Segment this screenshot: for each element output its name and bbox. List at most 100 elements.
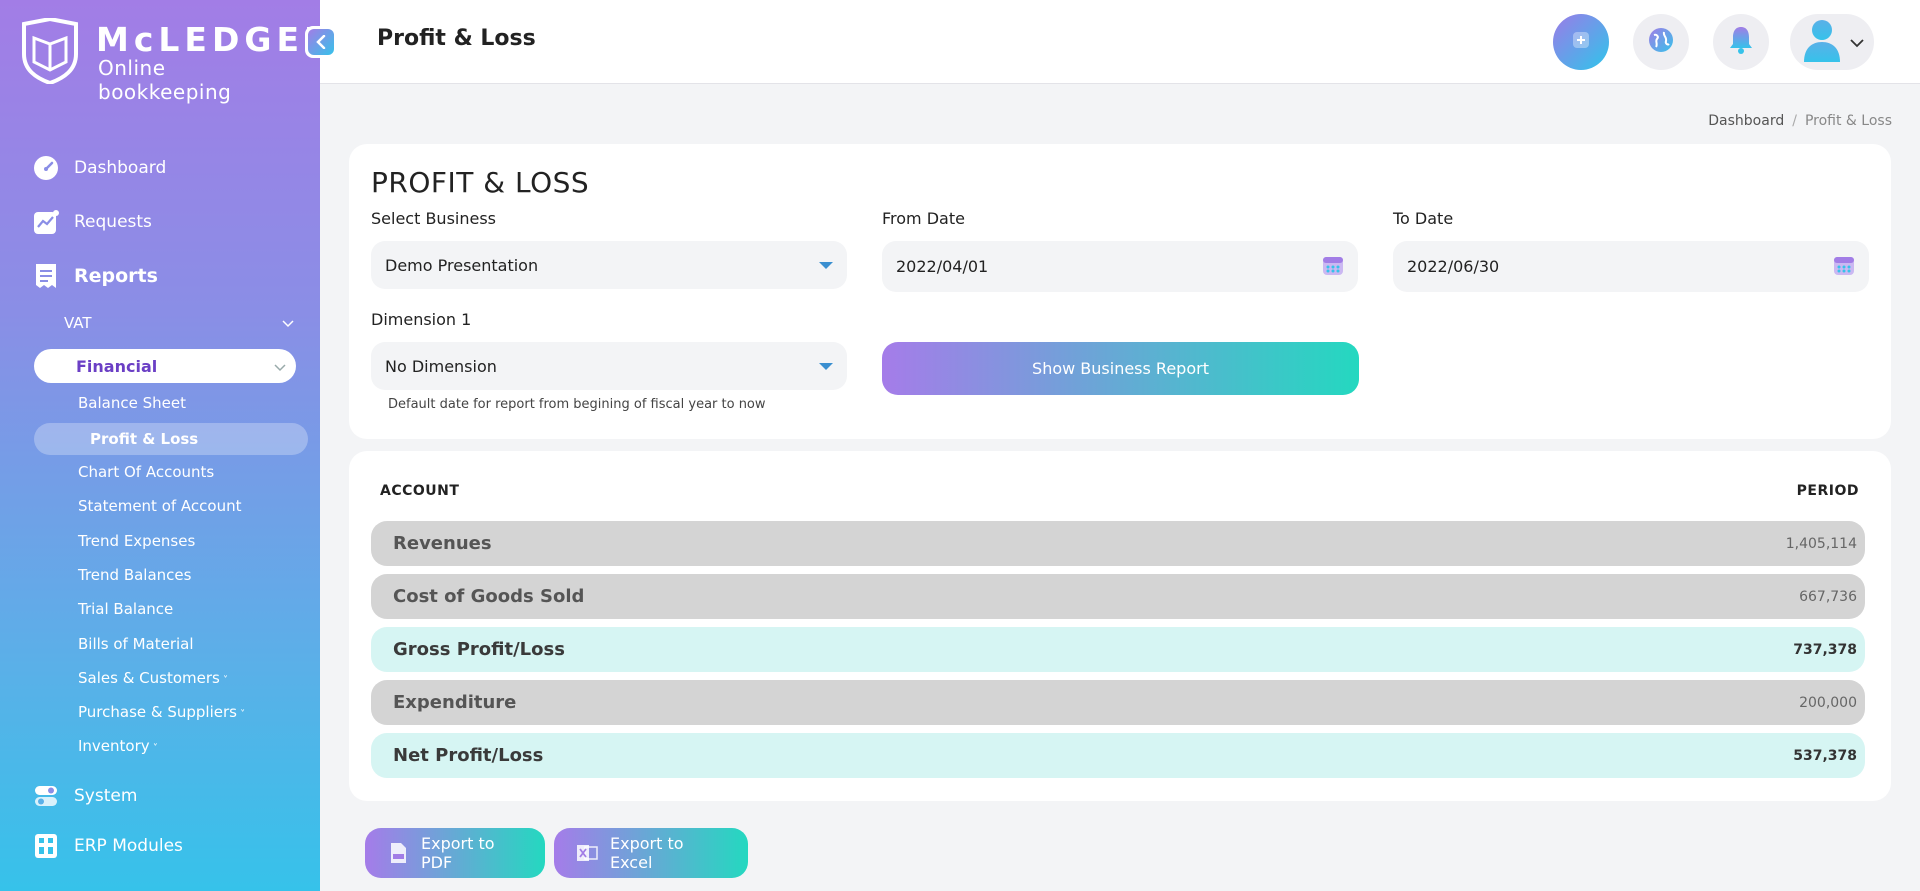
sidebar-link-inventory[interactable]: Inventory ˅: [78, 737, 158, 755]
sidebar-item-reports[interactable]: Reports: [32, 262, 158, 290]
export-excel-button[interactable]: Export to Excel: [554, 828, 748, 878]
business-select[interactable]: Demo Presentation: [371, 241, 847, 289]
pdf-file-icon: [387, 842, 409, 864]
sidebar-item-label: VAT: [64, 314, 92, 332]
top-header: Profit & Loss: [320, 0, 1920, 84]
add-button[interactable]: [1553, 14, 1609, 70]
row-value: 537,378: [1793, 747, 1857, 764]
brand-logo[interactable]: McLEDGER Online bookkeeping: [20, 18, 320, 104]
row-label: Cost of Goods Sold: [393, 586, 585, 607]
sidebar-item-requests[interactable]: Requests: [32, 208, 152, 236]
receipt-icon: [32, 262, 60, 290]
report-title: PROFIT & LOSS: [371, 166, 590, 199]
from-date-value: 2022/04/01: [896, 257, 989, 276]
breadcrumb: Dashboard / Profit & Loss: [1708, 113, 1892, 129]
report-row-cost-of-goods-sold[interactable]: Cost of Goods Sold 667,736: [371, 574, 1865, 619]
dimension-select[interactable]: No Dimension: [371, 342, 847, 390]
row-value: 200,000: [1799, 694, 1857, 711]
from-date-field[interactable]: 2022/04/01: [882, 241, 1358, 292]
sidebar-link-balance-sheet[interactable]: Balance Sheet: [78, 394, 186, 412]
column-header-period: PERIOD: [1796, 483, 1859, 499]
date-hint: Default date for report from begining of…: [388, 397, 766, 412]
chevron-down-icon: ˅: [236, 709, 246, 720]
caret-down-icon: [819, 362, 833, 370]
row-label: Gross Profit/Loss: [393, 639, 565, 660]
sidebar-item-label: ERP Modules: [74, 836, 183, 856]
sidebar-link-purchase-suppliers[interactable]: Purchase & Suppliers ˅: [78, 703, 245, 721]
sidebar-item-label: Requests: [74, 212, 152, 232]
trend-chart-icon: [32, 208, 60, 236]
sidebar-item-system[interactable]: System: [32, 782, 137, 810]
row-value: 737,378: [1793, 641, 1857, 658]
to-date-field[interactable]: 2022/06/30: [1393, 241, 1869, 292]
sidebar-link-statement-of-account[interactable]: Statement of Account: [78, 497, 242, 515]
brand-tagline: Online bookkeeping: [98, 56, 232, 104]
toggle-icon: [32, 782, 60, 810]
report-row-revenues[interactable]: Revenues 1,405,114: [371, 521, 1865, 566]
row-label: Revenues: [393, 533, 492, 554]
report-row-net-profit-loss[interactable]: Net Profit/Loss 537,378: [371, 733, 1865, 778]
business-select-value: Demo Presentation: [385, 255, 539, 275]
sidebar-item-label: Reports: [74, 265, 158, 287]
sidebar-item-label: Dashboard: [74, 158, 167, 178]
globe-icon: [1647, 26, 1675, 58]
excel-file-icon: [576, 842, 598, 864]
report-row-expenditure[interactable]: Expenditure 200,000: [371, 680, 1865, 725]
sidebar-item-label: Sales & Customers: [78, 669, 220, 687]
user-icon: [1802, 18, 1842, 66]
chevron-left-icon: [308, 29, 334, 55]
brand-name: McLEDGER: [96, 20, 320, 59]
sidebar-item-label: Purchase & Suppliers: [78, 703, 237, 721]
speedometer-icon: [32, 154, 60, 182]
bell-icon: [1727, 25, 1755, 59]
user-menu[interactable]: [1790, 14, 1874, 70]
breadcrumb-separator: /: [1792, 113, 1797, 129]
sidebar-item-vat[interactable]: VAT: [64, 314, 294, 332]
sidebar-link-trend-expenses[interactable]: Trend Expenses: [78, 532, 195, 550]
export-pdf-label: Export to PDF: [421, 834, 495, 872]
calendar-icon: [1322, 254, 1344, 280]
dimension-label: Dimension 1: [371, 310, 472, 329]
export-pdf-button[interactable]: Export to PDF: [365, 828, 545, 878]
chevron-down-icon: [274, 357, 286, 376]
sidebar-link-bills-of-material[interactable]: Bills of Material: [78, 635, 194, 653]
report-table-card: ACCOUNT PERIOD Revenues 1,405,114 Cost o…: [349, 451, 1891, 801]
sidebar-item-dashboard[interactable]: Dashboard: [32, 154, 166, 182]
sidebar-link-trial-balance[interactable]: Trial Balance: [78, 600, 173, 618]
language-button[interactable]: [1633, 14, 1689, 70]
breadcrumb-current: Profit & Loss: [1804, 113, 1892, 129]
dimension-select-value: No Dimension: [385, 356, 497, 376]
calendar-icon: [1833, 254, 1855, 280]
sidebar: McLEDGER Online bookkeeping Dashboard Re…: [0, 0, 320, 891]
export-excel-label: Export to Excel: [610, 834, 684, 872]
show-business-report-button[interactable]: Show Business Report: [882, 342, 1359, 395]
sidebar-collapse-button[interactable]: [305, 26, 337, 58]
chevron-down-icon: ˅: [149, 743, 158, 754]
filter-card: PROFIT & LOSS Select Business Demo Prese…: [349, 144, 1891, 439]
row-value: 1,405,114: [1785, 535, 1857, 552]
notifications-button[interactable]: [1713, 14, 1769, 70]
calculator-icon: [32, 832, 60, 860]
sidebar-item-label: System: [74, 786, 138, 806]
sidebar-item-label: Inventory: [78, 737, 150, 755]
sidebar-link-sales-customers[interactable]: Sales & Customers ˅: [78, 669, 228, 687]
plus-icon: [1571, 30, 1591, 54]
sidebar-item-erp-modules[interactable]: ERP Modules: [32, 832, 183, 860]
chevron-down-icon: [1850, 33, 1864, 52]
to-date-value: 2022/06/30: [1407, 257, 1500, 276]
chevron-down-icon: [282, 314, 294, 332]
report-row-gross-profit-loss[interactable]: Gross Profit/Loss 737,378: [371, 627, 1865, 672]
sidebar-item-financial[interactable]: Financial: [34, 349, 296, 383]
row-value: 667,736: [1799, 588, 1857, 605]
sidebar-link-profit-loss[interactable]: Profit & Loss: [34, 423, 308, 455]
row-label: Expenditure: [393, 692, 517, 713]
sidebar-link-trend-balances[interactable]: Trend Balances: [78, 566, 191, 584]
from-date-label: From Date: [882, 209, 965, 228]
breadcrumb-link-dashboard[interactable]: Dashboard: [1708, 113, 1784, 129]
sidebar-item-label: Financial: [76, 356, 158, 376]
page-title: Profit & Loss: [377, 26, 536, 51]
column-header-account: ACCOUNT: [380, 483, 460, 499]
caret-down-icon: [819, 261, 833, 269]
business-label: Select Business: [371, 209, 496, 228]
sidebar-link-chart-of-accounts[interactable]: Chart Of Accounts: [78, 463, 214, 481]
